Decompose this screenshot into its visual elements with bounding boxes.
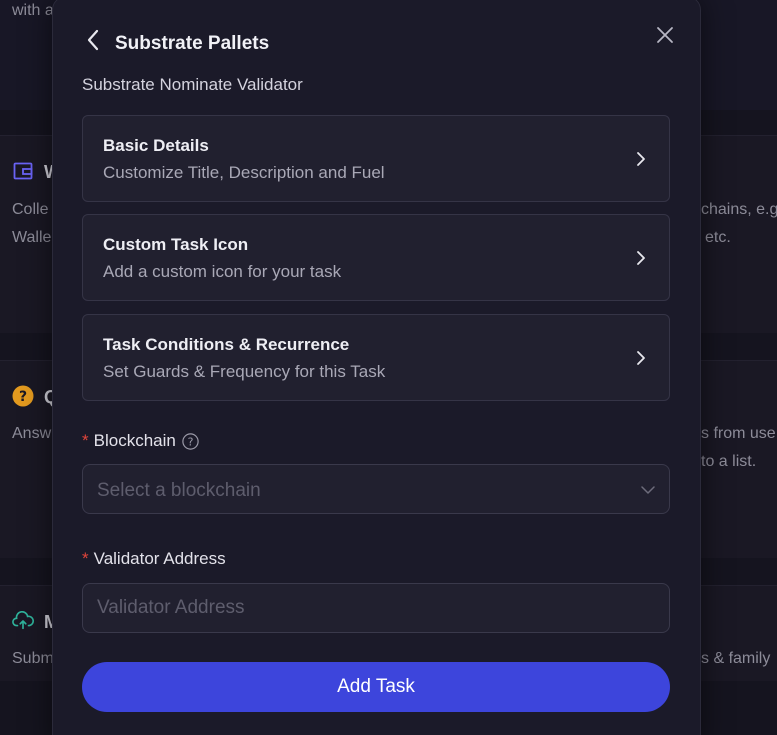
section-description: Customize Title, Description and Fuel [103, 163, 385, 182]
section-description: Add a custom icon for your task [103, 262, 342, 281]
background-card-text: s & family [701, 650, 771, 667]
blockchain-select[interactable]: Select a blockchain [82, 464, 670, 514]
validator-address-label-text: Validator Address [93, 549, 226, 568]
section-title: Basic Details [103, 136, 209, 155]
cloud-upload-icon [12, 610, 34, 632]
validator-address-input[interactable] [83, 584, 669, 632]
question-circle-icon: ? [12, 385, 34, 407]
required-marker: * [82, 549, 89, 568]
chevron-right-icon [633, 248, 649, 268]
svg-text:?: ? [19, 389, 27, 405]
validator-address-field-wrapper [82, 583, 670, 633]
background-card-text: Answ [12, 425, 52, 442]
custom-task-icon-section[interactable]: Custom Task Icon Add a custom icon for y… [82, 214, 670, 301]
page: with a W Colle Walle chains, e.g etc. ? … [0, 0, 777, 735]
validator-address-label: * Validator Address [82, 549, 226, 569]
section-title: Custom Task Icon [103, 235, 249, 254]
task-type-subtitle: Substrate Nominate Validator [82, 75, 303, 94]
svg-text:?: ? [187, 435, 193, 448]
basic-details-section[interactable]: Basic Details Customize Title, Descripti… [82, 115, 670, 202]
required-marker: * [82, 431, 89, 450]
background-card-text: s from use [701, 425, 776, 442]
chevron-left-icon [86, 29, 100, 56]
background-card-text: Subm [12, 650, 54, 667]
chevron-right-icon [633, 348, 649, 368]
background-card-text: etc. [705, 229, 731, 246]
chevron-right-icon [633, 149, 649, 169]
background-header-text: with a [12, 2, 54, 19]
back-button[interactable] [81, 29, 105, 55]
section-title: Task Conditions & Recurrence [103, 335, 350, 354]
background-card-text: to a list. [701, 453, 757, 470]
chevron-down-icon [640, 482, 656, 498]
task-conditions-section[interactable]: Task Conditions & Recurrence Set Guards … [82, 314, 670, 401]
substrate-pallets-modal: Substrate Pallets Substrate Nominate Val… [52, 0, 701, 735]
background-card-text: Colle [12, 201, 49, 218]
wallet-icon [12, 160, 34, 182]
help-circle-icon[interactable]: ? [182, 432, 199, 450]
section-description: Set Guards & Frequency for this Task [103, 362, 386, 381]
background-card-text: Walle [12, 229, 52, 246]
blockchain-label-text: Blockchain [93, 431, 176, 450]
add-task-button[interactable]: Add Task [82, 662, 670, 712]
blockchain-select-placeholder: Select a blockchain [97, 480, 261, 501]
close-icon [656, 26, 674, 49]
close-button[interactable] [653, 25, 677, 49]
background-card-text: chains, e.g [701, 201, 777, 218]
blockchain-label: * Blockchain ? [82, 431, 199, 451]
modal-title: Substrate Pallets [115, 33, 270, 54]
